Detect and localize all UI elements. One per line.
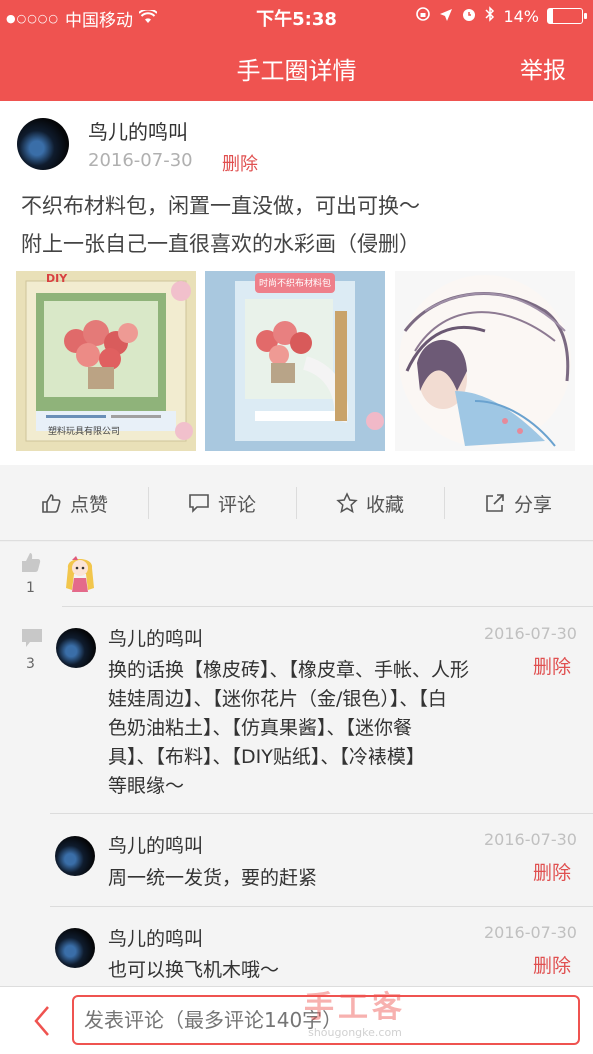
watermark: 手工客 shougongke.com	[295, 982, 415, 1039]
battery-icon	[547, 8, 587, 24]
comment-line: 也可以换飞机木哦～	[108, 959, 280, 981]
back-chevron-icon[interactable]	[28, 1003, 58, 1039]
watermark-logo: 手工客	[304, 990, 406, 1025]
divider	[50, 813, 593, 814]
action-bar: 点赞 评论 收藏 分享	[0, 465, 593, 541]
bluetooth-icon	[485, 6, 495, 26]
comment-line: 娃娃周边】、【迷你花片（金/银色）】、【白	[108, 688, 447, 710]
post-image-3[interactable]	[395, 271, 575, 451]
comment-text: 换的话换【橡皮砖】、【橡皮章、手帐、人形 娃娃周边】、【迷你花片（金/银色）】、…	[108, 656, 528, 801]
thumbs-up-icon	[22, 553, 41, 572]
post-image-1[interactable]: DIY 塑料玩具有限公司	[16, 271, 196, 451]
comments-section: 3 鸟儿的鸣叫 2016-07-30 删除 换的话换【橡皮砖】、【橡皮章、手帐、…	[0, 606, 593, 986]
status-bar: ●○○○○ 中国移动 下午5:38 14%	[0, 0, 593, 33]
divider	[50, 906, 593, 907]
likes-row: 1	[0, 542, 593, 606]
image-caption: 塑料玩具有限公司	[48, 427, 121, 437]
star-icon	[336, 492, 358, 514]
thumbs-up-icon	[42, 494, 61, 513]
like-button[interactable]: 点赞	[0, 465, 148, 541]
watermark-url: shougongke.com	[308, 1026, 402, 1039]
comment-line: 换的话换【橡皮砖】、【橡皮章、手帐、人形	[108, 659, 470, 681]
favorite-label: 收藏	[365, 493, 404, 516]
post-date: 2016-07-30	[88, 150, 193, 171]
page-title: 手工圈详情	[236, 57, 357, 85]
post-text-line: 不织布材料包，闲置一直没做，可出可换～	[21, 194, 420, 218]
comment-line: 等眼缘～	[108, 775, 185, 797]
divider	[62, 606, 593, 607]
comment-text: 周一统一发货，要的赶紧	[108, 864, 317, 893]
comment-line: 具】、【布料】、【DIY贴纸】、【冷裱模】	[108, 746, 425, 768]
like-label: 点赞	[69, 493, 108, 516]
image-label: DIY	[46, 272, 68, 285]
image-label: 时尚不织布材料包	[259, 279, 332, 289]
comment-label: 评论	[217, 493, 256, 516]
share-button[interactable]: 分享	[444, 465, 592, 541]
comment-text: 也可以换飞机木哦～	[108, 956, 279, 985]
author-avatar[interactable]	[17, 118, 69, 170]
location-icon	[439, 7, 453, 26]
share-label: 分享	[513, 493, 552, 516]
comment-delete-button[interactable]: 删除	[533, 951, 571, 978]
comment-icon	[189, 494, 209, 513]
post-author[interactable]: 鸟儿的鸣叫	[88, 116, 188, 145]
comment-avatar[interactable]	[56, 628, 96, 668]
comment-count: 3	[26, 656, 35, 672]
liker-avatar[interactable]	[62, 550, 98, 594]
comment-author[interactable]: 鸟儿的鸣叫	[108, 924, 203, 951]
comment-icon	[22, 629, 42, 647]
comment-date: 2016-07-30	[484, 923, 577, 942]
share-icon	[486, 494, 504, 512]
post-delete-button[interactable]: 删除	[222, 150, 258, 176]
post-text: 不织布材料包，闲置一直没做，可出可换～ 附上一张自己一直很喜欢的水彩画（侵删）	[21, 187, 420, 263]
comment-delete-button[interactable]: 删除	[533, 652, 571, 679]
comment-delete-button[interactable]: 删除	[533, 858, 571, 885]
comment-author[interactable]: 鸟儿的鸣叫	[108, 831, 203, 858]
post-text-line: 附上一张自己一直很喜欢的水彩画（侵删）	[21, 232, 420, 256]
alarm-icon	[461, 6, 477, 26]
comment-avatar[interactable]	[55, 836, 95, 876]
battery-percent: 14%	[503, 6, 539, 26]
rotation-lock-icon	[415, 6, 431, 26]
nav-bar: 手工圈详情 举报	[0, 33, 593, 101]
comment-line: 色奶油粘土】、【仿真果酱】、【迷你餐	[108, 717, 413, 739]
comment-button[interactable]: 评论	[148, 465, 296, 541]
report-button[interactable]: 举报	[520, 51, 566, 85]
post-card: 鸟儿的鸣叫 2016-07-30 删除 不织布材料包，闲置一直没做，可出可换～ …	[0, 101, 593, 465]
post-image-2[interactable]: 时尚不织布材料包	[205, 271, 385, 451]
comment-avatar[interactable]	[55, 928, 95, 968]
comment-date: 2016-07-30	[484, 830, 577, 849]
comment-line: 周一统一发货，要的赶紧	[108, 867, 318, 889]
comment-date: 2016-07-30	[484, 624, 577, 643]
like-count: 1	[26, 580, 35, 596]
comment-author[interactable]: 鸟儿的鸣叫	[108, 624, 203, 651]
favorite-button[interactable]: 收藏	[296, 465, 444, 541]
